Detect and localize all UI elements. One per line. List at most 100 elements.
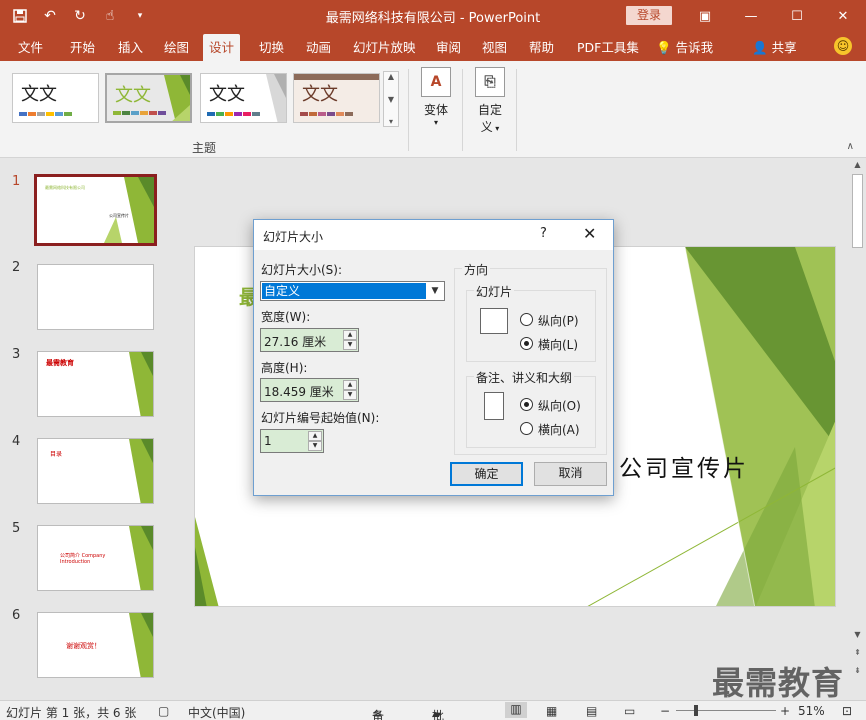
tell-me-search[interactable]: 💡 告诉我 bbox=[650, 34, 719, 61]
theme-wood[interactable]: 文文 bbox=[293, 73, 380, 123]
status-bar: 幻灯片 第 1 张，共 6 张 ▢ 中文(中国) ≐ 备注 ▰ 批注 ▥ ▦ ▤… bbox=[0, 700, 866, 720]
close-icon[interactable]: ✕ bbox=[583, 224, 596, 243]
scroll-down-icon[interactable]: ▼ bbox=[388, 95, 394, 104]
slide-size-select[interactable]: 自定义 ▼ bbox=[260, 281, 445, 301]
theme-ion[interactable]: 文文 bbox=[200, 73, 287, 123]
notes-portrait-radio[interactable] bbox=[520, 398, 533, 411]
slide-size-label: 幻灯片大小(S): bbox=[261, 263, 343, 277]
scroll-up-icon[interactable]: ▲ bbox=[849, 158, 866, 172]
chevron-down-icon: ▾ bbox=[433, 118, 438, 127]
tab-slideshow[interactable]: 幻灯片放映 bbox=[347, 34, 422, 61]
feedback-smiley-icon[interactable]: ☺ bbox=[834, 37, 852, 55]
slide-count-status: 幻灯片 第 1 张，共 6 张 bbox=[6, 706, 137, 720]
reading-view-icon[interactable]: ▤ bbox=[586, 704, 597, 718]
slide-sorter-icon[interactable]: ▦ bbox=[546, 704, 557, 718]
tab-draw[interactable]: 绘图 bbox=[158, 34, 195, 61]
slides-landscape-radio[interactable] bbox=[520, 337, 533, 350]
zoom-slider[interactable] bbox=[676, 710, 776, 711]
touch-mode-icon[interactable]: ☝ bbox=[98, 5, 122, 27]
increment-icon[interactable]: ▲ bbox=[308, 431, 322, 441]
chevron-down-icon[interactable]: ▼ bbox=[427, 283, 443, 299]
start-number-spinner[interactable]: 1 ▲ ▼ bbox=[260, 429, 324, 453]
height-value[interactable]: 18.459 厘米 bbox=[264, 383, 334, 400]
increment-icon[interactable]: ▲ bbox=[343, 380, 357, 390]
theme-facet[interactable]: 文文 bbox=[105, 73, 192, 123]
slides-portrait-label[interactable]: 纵向(P) bbox=[538, 312, 579, 329]
watermark-logo: 最需教育 bbox=[712, 664, 845, 702]
maximize-icon[interactable]: ☐ bbox=[774, 0, 820, 32]
tab-design[interactable]: 设计 bbox=[203, 34, 241, 61]
decrement-icon[interactable]: ▼ bbox=[308, 441, 322, 451]
width-stepper[interactable]: ▲ ▼ bbox=[343, 330, 357, 350]
language-status[interactable]: 中文(中国) bbox=[188, 704, 245, 720]
zoom-level[interactable]: 51% bbox=[798, 704, 825, 718]
orientation-label: 方向 bbox=[462, 261, 491, 278]
scroll-up-icon[interactable]: ▲ bbox=[388, 72, 394, 81]
notes-landscape-label[interactable]: 横向(A) bbox=[538, 421, 580, 438]
tab-animations[interactable]: 动画 bbox=[300, 34, 337, 61]
width-value[interactable]: 27.16 厘米 bbox=[264, 333, 326, 350]
redo-icon[interactable]: ↻ bbox=[68, 5, 92, 27]
slideshow-icon[interactable]: ▭ bbox=[624, 704, 635, 718]
slide-thumbnail-3[interactable]: 最需教育 bbox=[37, 351, 154, 417]
width-spinner[interactable]: 27.16 厘米 ▲ ▼ bbox=[260, 328, 359, 352]
scrollbar-thumb[interactable] bbox=[852, 174, 863, 248]
tab-insert[interactable]: 插入 bbox=[112, 34, 149, 61]
slide-thumbnail-4[interactable]: 目录 bbox=[37, 438, 154, 504]
slide-thumbnail-6[interactable]: 谢谢观赏！ bbox=[37, 612, 154, 678]
tab-review[interactable]: 审阅 bbox=[430, 34, 467, 61]
vertical-scrollbar[interactable]: ▲ ▼ ⇞ ⇟ bbox=[849, 158, 866, 700]
previous-slide-icon[interactable]: ⇞ bbox=[849, 646, 866, 660]
slides-portrait-radio[interactable] bbox=[520, 313, 533, 326]
customize-icon[interactable]: ▾ bbox=[128, 5, 152, 27]
decrement-icon[interactable]: ▼ bbox=[343, 390, 357, 400]
height-stepper[interactable]: ▲ ▼ bbox=[343, 380, 357, 400]
ok-button[interactable]: 确定 bbox=[450, 462, 523, 486]
landscape-page-icon bbox=[480, 308, 508, 334]
tab-home[interactable]: 开始 bbox=[64, 34, 101, 61]
zoom-out-icon[interactable]: − bbox=[660, 704, 670, 718]
zoom-in-icon[interactable]: + bbox=[780, 704, 790, 718]
slide-thumbnail-5[interactable]: 公司简介 Company Introduction bbox=[37, 525, 154, 591]
slide-thumbnail-1[interactable]: 最需网络科技有限公司 公司宣传片 bbox=[34, 174, 157, 246]
spellcheck-icon[interactable]: ▢ bbox=[158, 704, 169, 718]
tab-view[interactable]: 视图 bbox=[476, 34, 513, 61]
cancel-button[interactable]: 取消 bbox=[534, 462, 607, 486]
height-spinner[interactable]: 18.459 厘米 ▲ ▼ bbox=[260, 378, 359, 402]
collapse-ribbon-icon[interactable]: ∧ bbox=[847, 141, 854, 152]
variants-button[interactable]: A 变体 ▾ bbox=[416, 67, 456, 127]
theme-ion-shapes bbox=[266, 74, 286, 122]
start-number-value[interactable]: 1 bbox=[264, 434, 272, 448]
help-icon[interactable]: ? bbox=[540, 226, 547, 241]
fit-to-window-icon[interactable]: ⊡ bbox=[842, 704, 852, 718]
normal-view-icon[interactable]: ▥ bbox=[505, 702, 527, 718]
slide-subtitle[interactable]: 公司宣传片 bbox=[619, 449, 749, 483]
login-button[interactable]: 登录 bbox=[626, 6, 672, 25]
minimize-icon[interactable]: — bbox=[728, 0, 774, 32]
slides-landscape-label[interactable]: 横向(L) bbox=[538, 336, 578, 353]
scroll-down-icon[interactable]: ▼ bbox=[849, 628, 866, 642]
slide-thumbnail-2[interactable] bbox=[37, 264, 154, 330]
tab-help[interactable]: 帮助 bbox=[523, 34, 560, 61]
customize-button[interactable]: ⎘ 自定 义 ▾ bbox=[470, 67, 510, 135]
slides-label: 幻灯片 bbox=[474, 283, 515, 300]
notes-landscape-radio[interactable] bbox=[520, 422, 533, 435]
theme-gallery-scroll[interactable]: ▲ ▼ ▾ bbox=[383, 71, 399, 127]
tab-pdf-tools[interactable]: PDF工具集 bbox=[571, 34, 645, 61]
tab-transitions[interactable]: 切换 bbox=[253, 34, 290, 61]
share-button[interactable]: 👤 共享 bbox=[746, 34, 803, 61]
undo-icon[interactable]: ↶ bbox=[38, 5, 62, 27]
zoom-slider-handle[interactable] bbox=[694, 705, 698, 716]
theme-office[interactable]: 文文 bbox=[12, 73, 99, 123]
tab-file[interactable]: 文件 bbox=[12, 34, 49, 61]
increment-icon[interactable]: ▲ bbox=[343, 330, 357, 340]
ribbon-display-icon[interactable]: ▣ bbox=[682, 0, 728, 32]
decrement-icon[interactable]: ▼ bbox=[343, 340, 357, 350]
theme-swatches bbox=[300, 112, 353, 116]
start-number-stepper[interactable]: ▲ ▼ bbox=[308, 431, 322, 451]
save-icon[interactable] bbox=[8, 5, 32, 27]
notes-portrait-label[interactable]: 纵向(O) bbox=[538, 397, 581, 414]
gallery-more-icon[interactable]: ▾ bbox=[389, 117, 393, 126]
next-slide-icon[interactable]: ⇟ bbox=[849, 664, 866, 678]
close-icon[interactable]: ✕ bbox=[820, 0, 866, 32]
